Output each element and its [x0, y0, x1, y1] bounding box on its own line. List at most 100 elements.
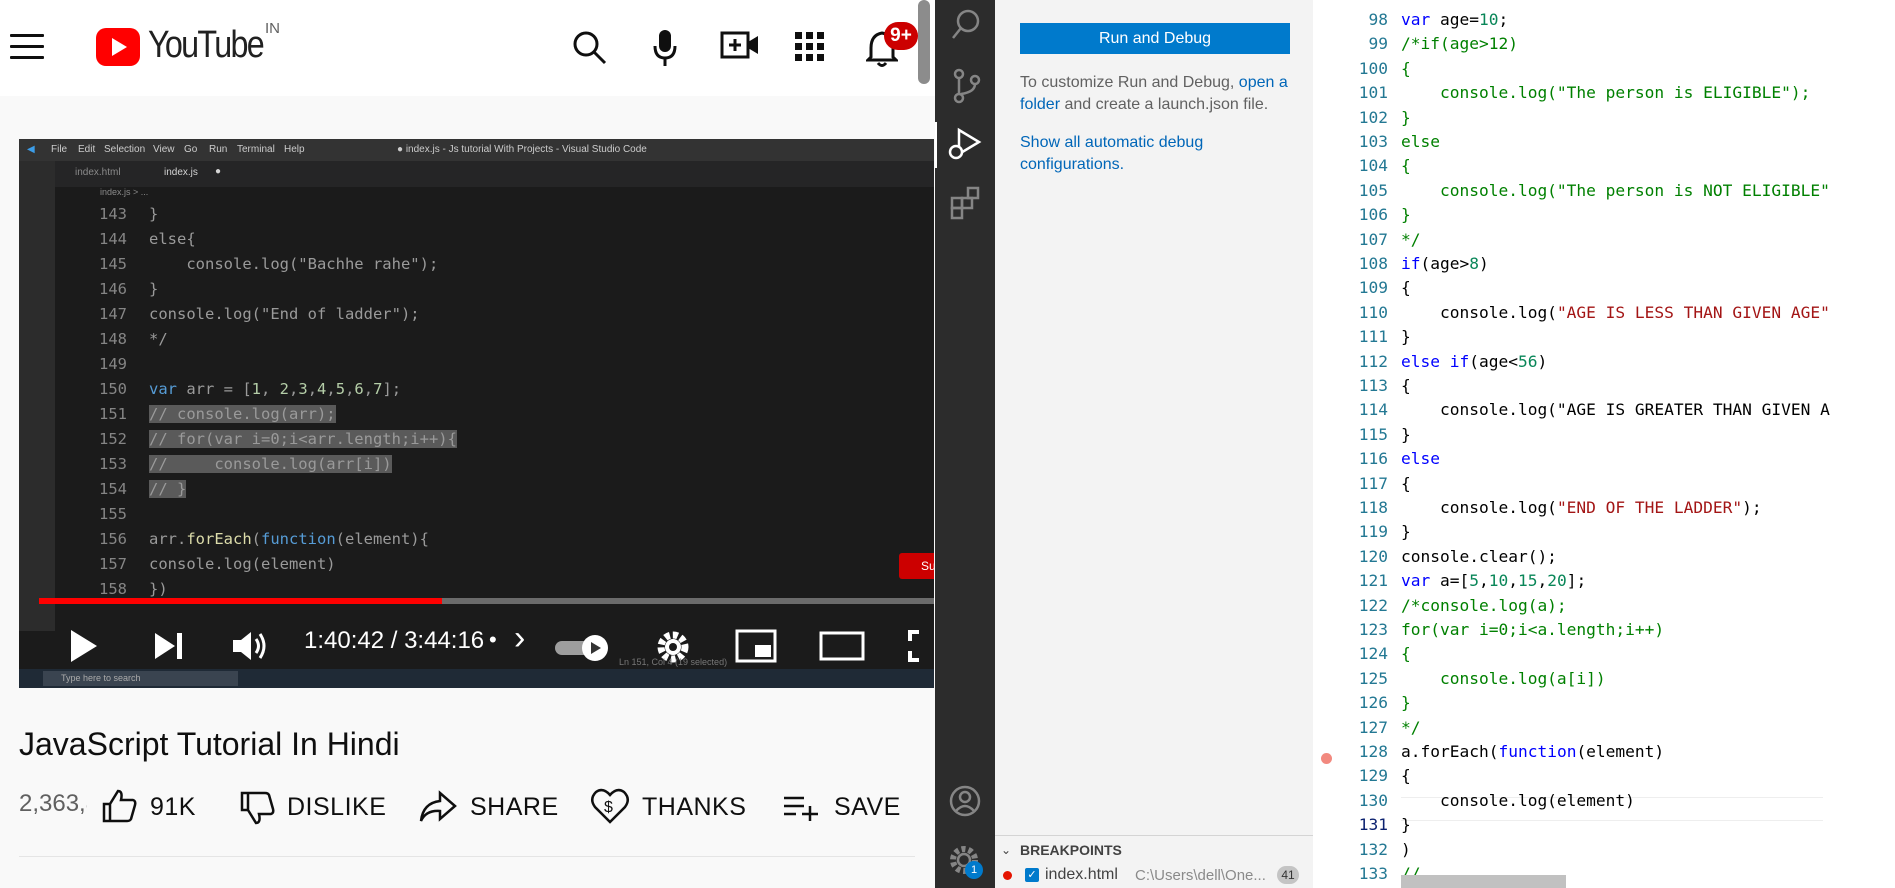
line-text[interactable]: } [1401, 815, 1411, 834]
fullscreen-icon[interactable] [907, 629, 934, 663]
line-text[interactable]: /*if(age>12) [1401, 34, 1518, 53]
line-text[interactable]: { [1401, 376, 1411, 395]
line-text[interactable]: /*console.log(a); [1401, 596, 1567, 615]
line-text[interactable]: else [1401, 449, 1440, 468]
line-text[interactable]: } [1401, 108, 1411, 127]
code-line[interactable]: 100 { [1313, 59, 1823, 83]
explorer-search-icon[interactable] [950, 8, 982, 42]
breakpoints-title[interactable]: BREAKPOINTS [1020, 842, 1122, 858]
code-line[interactable]: 132) [1313, 840, 1823, 864]
notification-badge[interactable]: 9+ [884, 22, 918, 50]
video-player[interactable]: ◀ File Edit Selection View Go Run Termin… [19, 139, 934, 688]
play-icon[interactable] [65, 626, 101, 666]
line-text[interactable]: console.log("END OF THE LADDER"); [1401, 498, 1762, 517]
line-text[interactable]: var a=[5,10,15,20]; [1401, 571, 1586, 590]
line-text[interactable]: console.log(element) [1401, 791, 1635, 810]
code-line[interactable]: 102} [1313, 108, 1823, 132]
like-icon[interactable] [100, 788, 138, 824]
line-text[interactable]: */ [1401, 718, 1421, 737]
breakpoint-hint-dot[interactable] [1321, 753, 1332, 764]
youtube-logo-icon[interactable] [96, 28, 140, 66]
next-icon[interactable] [151, 629, 185, 663]
code-line[interactable]: 105 console.log("The person is NOT ELIGI… [1313, 181, 1830, 205]
subscribe-watermark[interactable]: Subs [899, 553, 934, 579]
code-line[interactable]: 120 console.clear(); [1313, 547, 1823, 571]
code-line[interactable]: 121 var a=[5,10,15,20]; [1313, 571, 1823, 595]
search-icon[interactable] [572, 30, 608, 66]
chevron-down-icon[interactable]: ⌄ [1001, 843, 1011, 857]
code-line[interactable]: 107 */ [1313, 230, 1823, 254]
code-line[interactable]: 122 /*console.log(a); [1313, 596, 1823, 620]
page-scrollbar[interactable] [918, 0, 930, 84]
line-text[interactable]: */ [1401, 230, 1421, 249]
code-line[interactable]: 115} [1313, 425, 1823, 449]
chapter-arrow-icon[interactable]: › [514, 619, 525, 658]
line-text[interactable]: else if(age<56) [1401, 352, 1547, 371]
code-line[interactable]: 110 console.log("AGE IS LESS THAN GIVEN … [1313, 303, 1830, 327]
show-all-configs-link[interactable]: Show all automatic debug configurations. [1020, 132, 1260, 176]
line-text[interactable]: console.log("AGE IS LESS THAN GIVEN AGE" [1401, 303, 1830, 322]
code-line[interactable]: 126} [1313, 693, 1823, 717]
code-line[interactable]: 98 var age=10; [1313, 10, 1823, 34]
code-line[interactable]: 130 console.log(element) [1313, 791, 1823, 815]
dislike-label[interactable]: DISLIKE [287, 793, 386, 822]
run-debug-icon[interactable] [947, 126, 983, 162]
code-line[interactable]: 99 /*if(age>12) [1313, 34, 1823, 58]
line-text[interactable]: console.log("The person is NOT ELIGIBLE" [1401, 181, 1830, 200]
line-text[interactable]: { [1401, 278, 1411, 297]
code-line[interactable]: 116 else [1313, 449, 1823, 473]
like-count[interactable]: 91K [150, 793, 196, 822]
youtube-logo-text[interactable]: YouTube [148, 24, 265, 67]
apps-grid-icon[interactable] [795, 32, 825, 62]
line-text[interactable]: } [1401, 205, 1411, 224]
code-line[interactable]: 129 { [1313, 766, 1823, 790]
code-line[interactable]: 127 */ [1313, 718, 1823, 742]
theater-icon[interactable] [819, 631, 865, 663]
code-line[interactable]: 133// [1313, 864, 1823, 888]
line-text[interactable]: for(var i=0;i<a.length;i++) [1401, 620, 1664, 639]
line-text[interactable]: } [1401, 693, 1411, 712]
line-text[interactable]: console.log("AGE IS GREATER THAN GIVEN A [1401, 400, 1830, 419]
create-video-icon[interactable] [720, 30, 760, 62]
code-line[interactable]: 125 console.log(a[i]) [1313, 669, 1823, 693]
code-line[interactable]: 106} [1313, 205, 1823, 229]
line-text[interactable]: { [1401, 156, 1411, 175]
line-text[interactable]: if(age>8) [1401, 254, 1489, 273]
line-text[interactable]: { [1401, 766, 1411, 785]
breakpoint-checkbox[interactable]: ✓ [1025, 868, 1039, 882]
line-text[interactable]: console.log(a[i]) [1401, 669, 1606, 688]
run-and-debug-button[interactable]: Run and Debug [1020, 23, 1290, 54]
code-line[interactable]: 108 if(age>8) [1313, 254, 1823, 278]
code-line[interactable]: 123 for(var i=0;i<a.length;i++) [1313, 620, 1823, 644]
code-line[interactable]: 119} [1313, 522, 1823, 546]
line-text[interactable]: else [1401, 132, 1440, 151]
line-text[interactable]: ) [1401, 840, 1411, 859]
code-line[interactable]: 114 console.log("AGE IS GREATER THAN GIV… [1313, 400, 1830, 424]
horizontal-scrollbar[interactable] [1401, 875, 1566, 888]
line-text[interactable]: } [1401, 522, 1411, 541]
code-line[interactable]: 101 console.log("The person is ELIGIBLE"… [1313, 83, 1823, 107]
volume-icon[interactable] [231, 629, 271, 663]
mic-icon[interactable] [652, 28, 678, 68]
line-text[interactable]: var age=10; [1401, 10, 1508, 29]
autoplay-toggle[interactable] [553, 633, 615, 663]
line-text[interactable]: { [1401, 59, 1411, 78]
thanks-label[interactable]: THANKS [642, 793, 746, 822]
line-text[interactable]: console.log("The person is ELIGIBLE"); [1401, 83, 1810, 102]
code-editor[interactable]: 98 var age=10; 99 /*if(age>12) 100 {101 conso… [1313, 0, 1895, 888]
line-text[interactable]: console.clear(); [1401, 547, 1557, 566]
code-line[interactable]: 118 console.log("END OF THE LADDER"); [1313, 498, 1823, 522]
line-text[interactable]: { [1401, 644, 1411, 663]
code-line[interactable]: 103 else [1313, 132, 1823, 156]
code-line[interactable]: 131} [1313, 815, 1823, 839]
code-line[interactable]: 124 { [1313, 644, 1823, 668]
line-text[interactable]: } [1401, 425, 1411, 444]
breakpoint-file[interactable]: index.html [1045, 866, 1118, 884]
share-label[interactable]: SHARE [470, 793, 559, 822]
dislike-icon[interactable] [238, 790, 276, 826]
save-playlist-icon[interactable] [782, 793, 820, 821]
share-icon[interactable] [418, 790, 458, 824]
code-line[interactable]: 104 { [1313, 156, 1823, 180]
line-text[interactable]: a.forEach(function(element) [1401, 742, 1664, 761]
miniplayer-icon[interactable] [735, 629, 777, 663]
